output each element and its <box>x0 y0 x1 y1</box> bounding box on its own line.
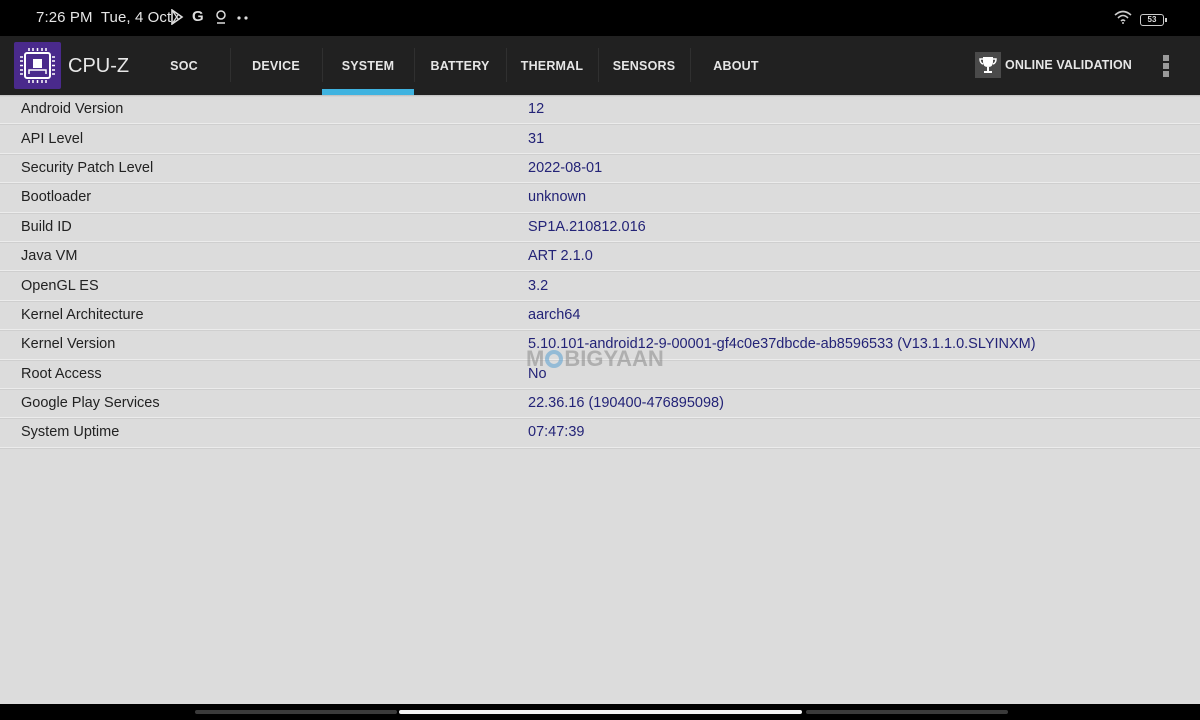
status-bar: 7:26 PM Tue, 4 Oct G 53 <box>0 0 1200 36</box>
list-item: Android Version 12 <box>0 95 1200 125</box>
row-value: ART 2.1.0 <box>528 248 593 265</box>
list-item: OpenGL ES 3.2 <box>0 271 1200 301</box>
row-value: SP1A.210812.016 <box>528 218 646 235</box>
tab-about[interactable]: ABOUT <box>690 36 782 95</box>
list-item: Security Patch Level 2022-08-01 <box>0 154 1200 184</box>
list-item: Kernel Version 5.10.101-android12-9-00001… <box>0 330 1200 360</box>
row-value: 5.10.101-android12-9-00001-gf4c0e37dbcde… <box>528 336 1036 353</box>
list-item: API Level 31 <box>0 124 1200 154</box>
list-item: Google Play Services 22.36.16 (190400-476… <box>0 389 1200 419</box>
cpu-chip-icon <box>14 42 61 89</box>
app-bar: CPU-Z SOC DEVICE SYSTEM BATTERY THERMAL … <box>0 36 1200 95</box>
tab-thermal[interactable]: THERMAL <box>506 36 598 95</box>
gesture-handle[interactable] <box>399 710 802 714</box>
play-store-icon <box>170 8 184 26</box>
row-value: 22.36.16 (190400-476895098) <box>528 395 724 412</box>
wifi-icon <box>1114 10 1132 29</box>
list-item: Kernel Architecture aarch64 <box>0 301 1200 331</box>
row-value: aarch64 <box>528 306 581 323</box>
menu-dot <box>1163 71 1169 77</box>
status-time-date: 7:26 PM Tue, 4 Oct <box>36 9 171 26</box>
list-item: Java VM ART 2.1.0 <box>0 242 1200 272</box>
google-icon: G <box>192 8 204 25</box>
menu-dot <box>1163 63 1169 69</box>
location-pin-icon <box>214 9 228 25</box>
tab-battery[interactable]: BATTERY <box>414 36 506 95</box>
row-value: 07:47:39 <box>528 424 585 441</box>
row-label: Bootloader <box>21 189 92 206</box>
list-item: Root Access No <box>0 360 1200 389</box>
row-label: System Uptime <box>21 424 120 441</box>
status-date: Tue, 4 Oct <box>100 9 172 26</box>
list-item: Build ID SP1A.210812.016 <box>0 213 1200 242</box>
online-validation-button[interactable]: ONLINE VALIDATION <box>975 52 1132 78</box>
more-dots-icon <box>236 9 250 25</box>
row-value: No <box>528 365 547 382</box>
row-label: Kernel Version <box>21 336 116 353</box>
list-item: Bootloader unknown <box>0 183 1200 213</box>
status-right: 53 <box>1114 10 1167 29</box>
overflow-menu-icon[interactable] <box>1159 53 1173 79</box>
taskbar-segment-right <box>806 710 1008 714</box>
battery-icon: 53 <box>1140 13 1167 26</box>
row-label: Google Play Services <box>21 395 160 412</box>
row-label: OpenGL ES <box>21 277 99 294</box>
row-value: unknown <box>528 189 587 206</box>
row-label: API Level <box>21 130 84 147</box>
tab-system[interactable]: SYSTEM <box>322 36 414 95</box>
row-label: Build ID <box>21 218 72 235</box>
tab-bar: SOC DEVICE SYSTEM BATTERY THERMAL SENSOR… <box>138 36 782 95</box>
tab-soc[interactable]: SOC <box>138 36 230 95</box>
tab-device[interactable]: DEVICE <box>230 36 322 95</box>
online-validation-label: ONLINE VALIDATION <box>1005 58 1132 72</box>
trophy-icon <box>975 52 1001 78</box>
battery-level: 53 <box>1147 14 1157 24</box>
system-info-list: Android Version 12 API Level 31 Security P… <box>0 95 1200 704</box>
menu-dot <box>1163 55 1169 61</box>
navigation-bar <box>0 704 1200 720</box>
taskbar-segment-left <box>195 710 397 714</box>
row-label: Root Access <box>21 365 102 382</box>
app-title: CPU-Z <box>68 55 130 77</box>
row-label: Kernel Architecture <box>21 306 144 323</box>
notification-icons: G <box>170 8 250 26</box>
row-value: 2022-08-01 <box>528 159 603 176</box>
status-time: 7:26 PM <box>36 9 93 26</box>
row-value: 31 <box>528 130 545 147</box>
list-item: System Uptime 07:47:39 <box>0 418 1200 448</box>
row-label: Java VM <box>21 248 78 265</box>
tab-sensors[interactable]: SENSORS <box>598 36 690 95</box>
row-value: 12 <box>528 101 545 118</box>
row-value: 3.2 <box>528 277 549 294</box>
row-label: Android Version <box>21 101 124 118</box>
row-label: Security Patch Level <box>21 159 154 176</box>
